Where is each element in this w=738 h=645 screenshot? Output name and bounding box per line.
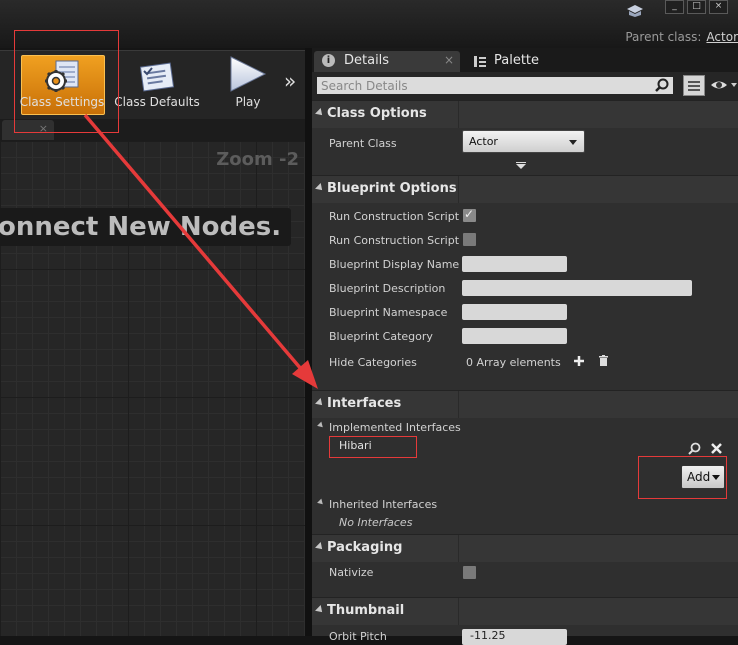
- eye-icon[interactable]: [710, 77, 738, 93]
- search-icon[interactable]: [655, 78, 669, 92]
- maximize-button[interactable]: □: [687, 0, 706, 14]
- trash-icon[interactable]: [598, 355, 609, 367]
- palette-icon: [474, 56, 486, 67]
- info-icon: i: [322, 54, 335, 67]
- graph-hint-text: onnect New Nodes.: [0, 208, 292, 246]
- blueprint-display-name-label: Blueprint Display Name: [329, 258, 459, 271]
- annotation-box-class-settings: [14, 30, 119, 133]
- column-splitter: [458, 598, 459, 625]
- chevron-down-icon: [712, 475, 720, 480]
- category-packaging[interactable]: Packaging: [312, 534, 738, 562]
- parent-class-top-link[interactable]: Actor: [706, 30, 738, 44]
- tab-details-label: Details: [344, 53, 390, 68]
- blueprint-description-input[interactable]: [462, 280, 692, 296]
- blueprint-display-name-input[interactable]: [462, 256, 567, 272]
- orbit-pitch-input[interactable]: -11.25: [462, 629, 567, 645]
- add-interface-button[interactable]: Add: [681, 465, 725, 489]
- nativize-checkbox[interactable]: [463, 566, 476, 579]
- parent-class-info: Parent class: Actor: [625, 30, 738, 44]
- blueprint-category-input[interactable]: [462, 328, 567, 344]
- category-blueprint-options[interactable]: Blueprint Options: [312, 175, 738, 203]
- category-class-options[interactable]: Class Options: [312, 100, 738, 128]
- minimize-button[interactable]: _: [665, 0, 684, 14]
- column-splitter: [458, 101, 459, 128]
- tab-details-close-icon[interactable]: ×: [444, 50, 454, 70]
- category-blueprint-options-title: Blueprint Options: [327, 181, 457, 196]
- tab-details[interactable]: i Details ×: [314, 51, 460, 72]
- browse-icon[interactable]: [688, 442, 701, 455]
- remove-icon[interactable]: [711, 443, 722, 454]
- window-controls: _ □ ×: [665, 0, 728, 14]
- category-interfaces[interactable]: Interfaces: [312, 390, 738, 418]
- category-class-options-title: Class Options: [327, 106, 427, 121]
- annotation-box-hibari: [329, 436, 417, 458]
- tab-palette[interactable]: Palette: [464, 51, 612, 72]
- run-construction-script-on-drag-checkbox[interactable]: [463, 207, 476, 222]
- collapse-arrow-icon: [315, 398, 325, 408]
- parent-class-dropdown[interactable]: Actor: [462, 130, 585, 153]
- column-splitter: [458, 176, 459, 203]
- add-element-icon[interactable]: [573, 355, 585, 367]
- run-construction-script-on-drag-label: Run Construction Script o: [329, 210, 459, 223]
- toolbar-overflow-button[interactable]: »: [284, 69, 296, 93]
- details-panel: i Details × Palette Class Options Parent…: [312, 48, 738, 645]
- inherited-interfaces-label: Inherited Interfaces: [329, 498, 438, 511]
- parent-class-top-label: Parent class:: [625, 30, 702, 44]
- search-details-input[interactable]: [317, 77, 673, 94]
- panel-tab-bar: i Details × Palette: [312, 48, 738, 72]
- nativize-label: Nativize: [329, 566, 374, 579]
- collapse-arrow-icon: [315, 605, 325, 615]
- no-interfaces-text: No Interfaces: [339, 516, 413, 529]
- chevron-down-icon: [569, 140, 577, 145]
- advanced-toggle[interactable]: [312, 160, 738, 174]
- panel-splitter[interactable]: [305, 48, 312, 636]
- expand-advanced-icon: [516, 162, 526, 169]
- blueprint-description-label: Blueprint Description: [329, 282, 446, 295]
- parent-class-label: Parent Class: [329, 137, 397, 150]
- parent-class-dropdown-value: Actor: [469, 135, 498, 148]
- category-thumbnail-title: Thumbnail: [327, 603, 405, 618]
- play-icon: [230, 56, 267, 92]
- add-interface-label: Add: [687, 470, 711, 484]
- run-construction-script-in-editor-label: Run Construction Script ir: [329, 234, 459, 247]
- hide-categories-label: Hide Categories: [329, 356, 417, 369]
- run-construction-script-in-editor-checkbox[interactable]: [463, 233, 476, 246]
- search-row: [312, 72, 738, 100]
- category-interfaces-title: Interfaces: [327, 396, 402, 411]
- view-options-icon[interactable]: [683, 75, 705, 96]
- collapse-arrow-icon: [315, 542, 325, 552]
- graph-editor[interactable]: Zoom -2 onnect New Nodes.: [0, 141, 305, 636]
- class-defaults-icon: [139, 62, 175, 92]
- category-thumbnail[interactable]: Thumbnail: [312, 597, 738, 625]
- column-splitter: [458, 535, 459, 562]
- implemented-collapse-arrow-icon[interactable]: [317, 421, 325, 430]
- implemented-interfaces-label: Implemented Interfaces: [329, 421, 461, 434]
- tab-palette-label: Palette: [494, 53, 540, 68]
- unreal-icon: [627, 5, 643, 17]
- category-packaging-title: Packaging: [327, 540, 403, 555]
- inherited-collapse-arrow-icon[interactable]: [317, 498, 325, 507]
- zoom-label: Zoom -2: [216, 149, 299, 170]
- blueprint-category-label: Blueprint Category: [329, 330, 433, 343]
- blueprint-namespace-input[interactable]: [462, 304, 567, 320]
- close-window-button[interactable]: ×: [709, 0, 728, 14]
- collapse-arrow-icon: [315, 108, 325, 118]
- orbit-pitch-label: Orbit Pitch: [329, 630, 387, 643]
- play-button[interactable]: Play: [222, 51, 274, 119]
- column-splitter: [458, 391, 459, 418]
- class-defaults-label: Class Defaults: [114, 95, 200, 109]
- collapse-arrow-icon: [315, 183, 325, 193]
- blueprint-namespace-label: Blueprint Namespace: [329, 306, 448, 319]
- play-label: Play: [235, 95, 261, 109]
- hide-categories-count: 0 Array elements: [466, 356, 561, 369]
- class-defaults-button[interactable]: Class Defaults: [114, 51, 200, 119]
